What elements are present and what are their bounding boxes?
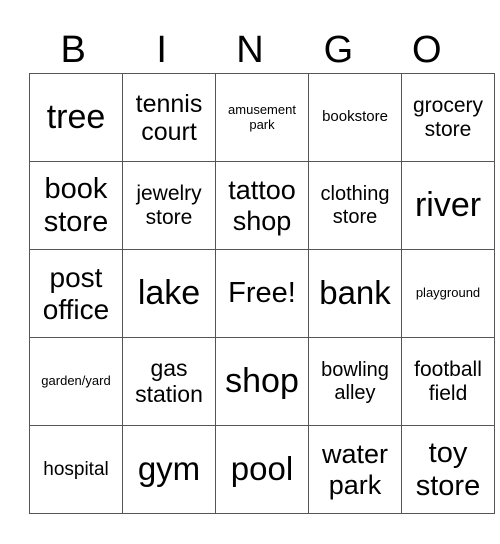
bingo-cell[interactable]: bowling alley bbox=[308, 337, 402, 426]
header-letter-o: O bbox=[412, 29, 442, 71]
bingo-cell[interactable]: river bbox=[401, 161, 495, 250]
grid-row: tree tennis court amusement park bookstore g… bbox=[29, 73, 495, 162]
grid-row: hospital gym pool water park toy store bbox=[29, 425, 495, 514]
bingo-cell[interactable]: book store bbox=[29, 161, 123, 250]
grid-row: garden/yard gas station shop bowling alley f… bbox=[29, 337, 495, 426]
grid-row: post office lake Free! bank playground bbox=[29, 249, 495, 338]
header-letter-i: I bbox=[156, 29, 167, 71]
bingo-cell[interactable]: pool bbox=[215, 425, 309, 514]
bingo-header: B I N G O bbox=[29, 28, 471, 72]
bingo-cell[interactable]: gas station bbox=[122, 337, 216, 426]
bingo-cell[interactable]: playground bbox=[401, 249, 495, 338]
bingo-cell[interactable]: toy store bbox=[401, 425, 495, 514]
bingo-grid: tree tennis court amusement park bookstore g… bbox=[29, 73, 495, 514]
bingo-cell[interactable]: grocery store bbox=[401, 73, 495, 162]
bingo-cell[interactable]: tree bbox=[29, 73, 123, 162]
bingo-cell[interactable]: tattoo shop bbox=[215, 161, 309, 250]
bingo-cell[interactable]: bank bbox=[308, 249, 402, 338]
bingo-cell[interactable]: lake bbox=[122, 249, 216, 338]
bingo-cell[interactable]: jewelry store bbox=[122, 161, 216, 250]
bingo-cell[interactable]: amusement park bbox=[215, 73, 309, 162]
bingo-cell[interactable]: post office bbox=[29, 249, 123, 338]
bingo-cell[interactable]: tennis court bbox=[122, 73, 216, 162]
header-letter-n: N bbox=[236, 29, 264, 71]
bingo-cell[interactable]: hospital bbox=[29, 425, 123, 514]
bingo-cell[interactable]: gym bbox=[122, 425, 216, 514]
header-letter-b: B bbox=[60, 29, 86, 71]
bingo-cell[interactable]: football field bbox=[401, 337, 495, 426]
bingo-cell[interactable]: water park bbox=[308, 425, 402, 514]
header-letter-g: G bbox=[323, 29, 354, 71]
bingo-cell[interactable]: Free! bbox=[215, 249, 309, 338]
bingo-cell[interactable]: shop bbox=[215, 337, 309, 426]
grid-row: book store jewelry store tattoo shop clothi… bbox=[29, 161, 495, 250]
bingo-cell[interactable]: bookstore bbox=[308, 73, 402, 162]
bingo-cell[interactable]: clothing store bbox=[308, 161, 402, 250]
bingo-cell[interactable]: garden/yard bbox=[29, 337, 123, 426]
